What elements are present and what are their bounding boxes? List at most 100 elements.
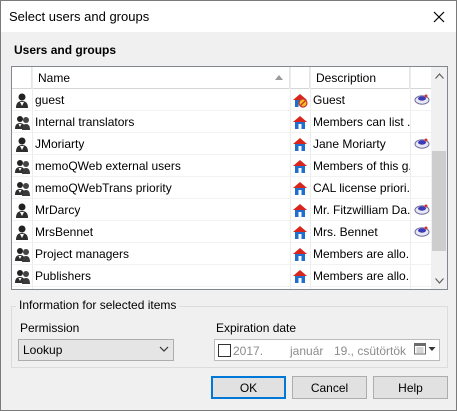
header-type-column (290, 67, 310, 89)
section-title: Users and groups (14, 43, 117, 57)
table-row[interactable]: MrDarcy Mr. Fitzwilliam Da... (12, 199, 433, 221)
row-type-icon-cell (290, 133, 310, 155)
row-user-icon-cell (12, 111, 32, 133)
row-user-icon-cell (12, 133, 32, 155)
row-name: memoQWeb external users (35, 159, 181, 173)
row-name: Internal translators (35, 115, 135, 129)
row-user-icon-cell (12, 155, 32, 177)
header-extra-column (410, 67, 433, 89)
single-user-icon (16, 93, 28, 108)
table-row[interactable]: Project managers Members are allo... (12, 243, 433, 265)
row-type-icon-cell (290, 221, 310, 243)
row-description: CAL license priori... (313, 181, 410, 195)
window-title: Select users and groups (9, 9, 150, 24)
row-name: Publishers (35, 269, 92, 283)
table-row[interactable]: memoQWebTrans priority CAL license priori… (12, 177, 433, 199)
row-description: Mr. Fitzwilliam Da... (313, 203, 410, 217)
blocked-house-icon (293, 94, 308, 108)
single-user-icon (16, 137, 28, 152)
house-icon (293, 182, 307, 195)
header-description-label: Description (316, 71, 377, 85)
smart-card-icon (414, 138, 429, 149)
row-extra-cell (410, 89, 433, 111)
calendar-dropdown-button[interactable] (414, 342, 436, 355)
smart-card-icon (414, 204, 429, 215)
scroll-thumb[interactable] (432, 151, 446, 251)
row-name: memoQWebTrans priority (35, 181, 172, 195)
table-row[interactable]: memoQWeb external users Members of this g… (12, 155, 433, 177)
single-user-icon (16, 225, 28, 240)
house-icon (293, 116, 307, 129)
permission-label: Permission (20, 321, 80, 335)
info-legend: Information for selected items (16, 298, 180, 312)
date-day[interactable]: 19., csütörtök (334, 344, 406, 358)
close-button[interactable] (422, 1, 456, 32)
permission-select[interactable]: Lookup (18, 339, 174, 361)
vertical-scrollbar[interactable] (431, 67, 447, 289)
row-description: Members of this g... (313, 159, 410, 173)
row-description: Members are allo... (313, 247, 410, 261)
row-extra-cell (410, 111, 433, 133)
row-type-icon-cell (290, 89, 310, 111)
header-description[interactable]: Description (310, 67, 410, 89)
select-users-dialog: Select users and groups Users and groups… (0, 0, 457, 411)
row-extra-cell (410, 199, 433, 221)
table-row[interactable]: Internal translators Members can list ... (12, 111, 433, 133)
title-bar: Select users and groups (1, 1, 456, 32)
house-icon (293, 226, 307, 239)
chevron-down-icon (428, 346, 436, 351)
row-extra-cell (410, 265, 433, 287)
table-row[interactable]: MrsBennet Mrs. Bennet (12, 221, 433, 243)
expiration-label: Expiration date (216, 321, 297, 335)
help-button-label: Help (398, 380, 423, 395)
row-name: MrDarcy (35, 203, 81, 217)
smart-card-icon (414, 226, 429, 237)
header-name-label: Name (38, 71, 71, 85)
group-users-icon (15, 248, 30, 262)
table-row[interactable]: JMoriarty Jane Moriarty (12, 133, 433, 155)
help-button[interactable]: Help (373, 376, 448, 399)
smart-card-icon (414, 94, 429, 105)
row-description: Members can list ... (313, 115, 410, 129)
house-icon (293, 160, 307, 173)
row-user-icon-cell (12, 177, 32, 199)
row-type-icon-cell (290, 155, 310, 177)
row-user-icon-cell (12, 199, 32, 221)
sort-ascending-icon (275, 75, 283, 80)
group-users-icon (15, 160, 30, 174)
chevron-down-icon (434, 277, 444, 284)
row-description: Jane Moriarty (313, 137, 386, 151)
row-extra-cell (410, 133, 433, 155)
close-icon (433, 11, 445, 22)
date-year[interactable]: 2017. (233, 344, 263, 358)
row-user-icon-cell (12, 243, 32, 265)
row-type-icon-cell (290, 199, 310, 221)
group-users-icon (15, 182, 30, 196)
ok-button-label: OK (239, 380, 258, 395)
scroll-down-button[interactable] (431, 272, 447, 289)
table-row[interactable]: Publishers Members are allo... (12, 265, 433, 287)
row-type-icon-cell (290, 265, 310, 287)
row-extra-cell (410, 177, 433, 199)
house-icon (293, 204, 307, 217)
house-icon (293, 138, 307, 151)
cancel-button-label: Cancel (310, 380, 349, 395)
row-type-icon-cell (290, 111, 310, 133)
cancel-button[interactable]: Cancel (292, 376, 367, 399)
row-type-icon-cell (290, 243, 310, 265)
header-icon-column (12, 67, 32, 89)
users-groups-grid[interactable]: Name Description guest Guest Internal tran… (11, 66, 448, 290)
row-user-icon-cell (12, 89, 32, 111)
ok-button[interactable]: OK (211, 376, 286, 399)
group-users-icon (15, 116, 30, 130)
date-month[interactable]: január (290, 344, 323, 358)
expiration-date-picker[interactable]: 2017. január 19., csütörtök (214, 339, 440, 361)
table-row[interactable]: guest Guest (12, 89, 433, 111)
row-name: guest (35, 93, 65, 107)
expiration-checkbox[interactable] (218, 344, 231, 357)
scroll-up-button[interactable] (431, 67, 447, 84)
row-name: Project managers (35, 247, 130, 261)
header-name[interactable]: Name (32, 67, 290, 89)
row-user-icon-cell (12, 265, 32, 287)
row-extra-cell (410, 221, 433, 243)
